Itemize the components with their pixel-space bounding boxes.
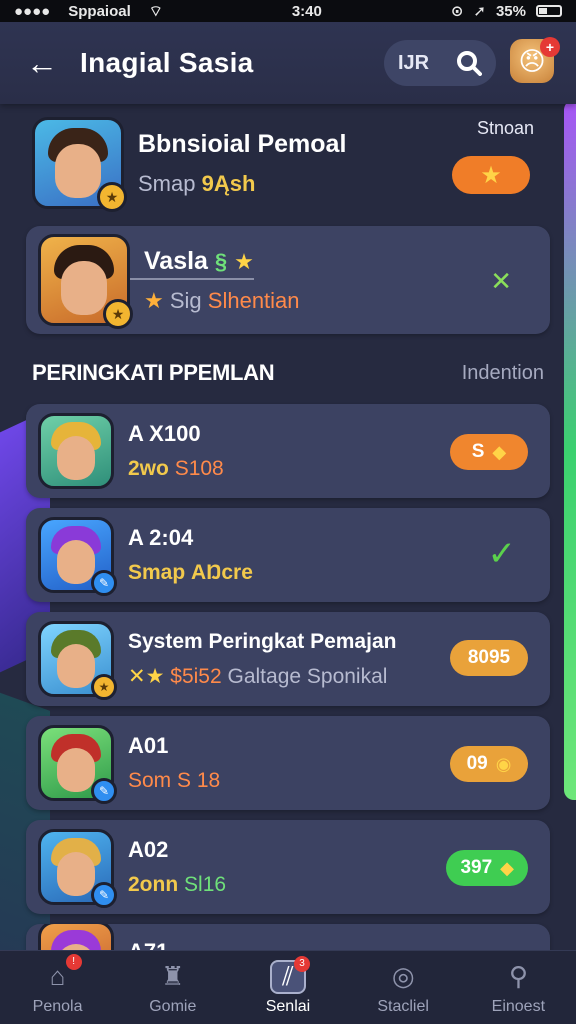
player-sub-a: Smap: [128, 561, 186, 584]
score-pill[interactable]: S ◆: [450, 434, 528, 470]
app-header: ← Inagial Sasia IJR 😠 +: [0, 22, 576, 104]
character-icon: ♜: [161, 961, 185, 991]
arrow-left-icon: ←: [26, 44, 58, 81]
list-item[interactable]: ✎ A 2:04 Smap AŊcre ✓: [26, 508, 550, 602]
player-sub-a: $5i52: [170, 664, 222, 688]
rank-badge-icon: ★: [97, 182, 127, 212]
list-item[interactable]: ★ System Peringkat Pemajan ✕★ $5i52 Galt…: [26, 612, 550, 706]
player-portrait: ✎: [38, 517, 117, 596]
star-icon: ★: [234, 248, 254, 274]
home-icon: ⌂!: [40, 953, 82, 994]
bottom-nav: ⌂! Penola ♜ Gomie ⫽ 3 Senlai ◎ Stacliel ⚲…: [0, 950, 576, 1024]
featured-portrait: ★: [32, 117, 127, 212]
battery-icon: [536, 5, 562, 17]
featured-side-label: Stnoan: [476, 118, 534, 138]
player-sub-b: S108: [174, 457, 224, 480]
notification-badge: +: [540, 37, 560, 57]
clock: 3:40: [291, 2, 322, 20]
featured-sub-gold: 9Ąsh: [201, 170, 256, 196]
nav-item-character[interactable]: ♜ Gomie: [123, 960, 223, 1016]
nav-item-stats[interactable]: ◎ Stacliel: [353, 960, 453, 1016]
star-button[interactable]: ★: [452, 156, 530, 194]
my-player-card[interactable]: ★ Vasla § ★ ★ Sig Slhentian ✕: [26, 226, 550, 334]
profile-avatar[interactable]: 😠 +: [510, 37, 560, 87]
star-icon: ★: [144, 287, 164, 313]
player-sub-b: S 18: [177, 769, 221, 792]
star-icon: ✕★: [128, 664, 165, 688]
player-sub-a: 2onn: [128, 873, 179, 896]
section-title: PERINGKATI PPEMLAN: [32, 360, 275, 385]
my-sub-muted: Sig: [169, 287, 202, 313]
main-content: ★ Bbnsioial Pemoal Smap 9Ąsh Stnoan ★ ★ …: [26, 108, 550, 964]
list-item[interactable]: ✎ A02 2onn Sl16 397 ◆: [26, 820, 550, 914]
nav-label: Senlai: [265, 997, 311, 1015]
player-sub-b: AŊcre: [191, 561, 253, 584]
my-name-suffix: §: [214, 248, 228, 274]
leaderboard-icon: ⫽ 3: [269, 955, 310, 994]
score-value: S: [471, 441, 485, 462]
player-name: A 2:04: [128, 525, 194, 550]
divider: [130, 278, 254, 280]
swords-icon[interactable]: ✕: [490, 266, 512, 297]
nav-label: Stacliel: [377, 997, 429, 1015]
search-icon: ⚲: [508, 961, 528, 991]
player-portrait: [38, 413, 114, 489]
rank-badge-icon: ★: [103, 299, 133, 329]
search-pill[interactable]: IJR: [384, 40, 496, 86]
list-item[interactable]: A X100 2wo S108 S ◆: [26, 404, 550, 498]
score-value: 397: [460, 857, 493, 878]
coin-icon: ◉: [495, 753, 512, 774]
score-pill[interactable]: 09 ◉: [450, 746, 528, 782]
carrier-label: Sppaioal: [68, 2, 131, 20]
nav-item-leaderboard[interactable]: ⫽ 3 Senlai: [238, 955, 338, 1016]
search-code: IJR: [398, 51, 430, 74]
player-portrait: ✎: [38, 725, 117, 804]
section-link[interactable]: Indention: [462, 362, 544, 385]
nav-item-home[interactable]: ⌂! Penola: [8, 953, 108, 1016]
nav-label: Einoest: [491, 997, 546, 1015]
player-portrait: ✎: [38, 829, 117, 908]
gem-icon: ◆: [492, 441, 507, 462]
featured-sub-muted: Smap: [138, 170, 196, 196]
check-icon[interactable]: ✓: [488, 534, 517, 574]
gem-icon: ◆: [500, 857, 514, 878]
player-sub-b: Sl16: [184, 873, 227, 896]
signal-dots-icon: ●●●●: [14, 2, 51, 20]
edit-badge-icon: ✎: [91, 882, 117, 908]
page-title: Inagial Sasia: [80, 47, 254, 78]
player-sub-b: Galtage Sponikal: [227, 664, 388, 688]
nav-item-search[interactable]: ⚲ Einoest: [468, 960, 568, 1016]
nav-label: Penola: [32, 997, 83, 1015]
score-value: 8095: [467, 647, 511, 668]
my-name: Vasla: [144, 246, 208, 275]
location-icon: ➚: [473, 3, 486, 20]
status-bar: ●●●● Sppaioal ⌔ 3:40 ⊙ ➚ 35%: [0, 0, 576, 22]
score-pill[interactable]: 397 ◆: [446, 850, 528, 886]
player-portrait: ★: [38, 621, 117, 700]
ranking-section-header: PERINGKATI PPEMLAN Indention: [26, 356, 550, 390]
score-value: 09: [466, 753, 488, 774]
nav-label: Gomie: [149, 997, 197, 1015]
lock-icon: ⊙: [450, 3, 464, 20]
edit-badge-icon: ✎: [91, 778, 117, 804]
featured-player[interactable]: ★ Bbnsioial Pemoal Smap 9Ąsh Stnoan ★: [26, 108, 550, 218]
star-icon: ★: [480, 161, 502, 189]
battery-label: 35%: [495, 2, 526, 20]
player-sub-a: 2wo: [128, 457, 169, 480]
back-button[interactable]: ←: [18, 39, 66, 87]
player-sub-a: Som: [128, 769, 172, 792]
score-pill[interactable]: 8095: [450, 640, 528, 676]
ranking-list: A X100 2wo S108 S ◆ ✎ A 2:04 Smap AŊcre: [26, 404, 550, 964]
my-portrait: ★: [38, 234, 133, 329]
search-icon: [457, 51, 482, 76]
my-sub-orange: Slhentian: [207, 287, 300, 313]
rank-badge-icon: ★: [91, 674, 117, 700]
edit-badge-icon: ✎: [91, 570, 117, 596]
wifi-icon: ⌔: [148, 2, 163, 20]
list-item[interactable]: ✎ A01 Som S 18 09 ◉: [26, 716, 550, 810]
stats-icon: ◎: [391, 961, 415, 991]
